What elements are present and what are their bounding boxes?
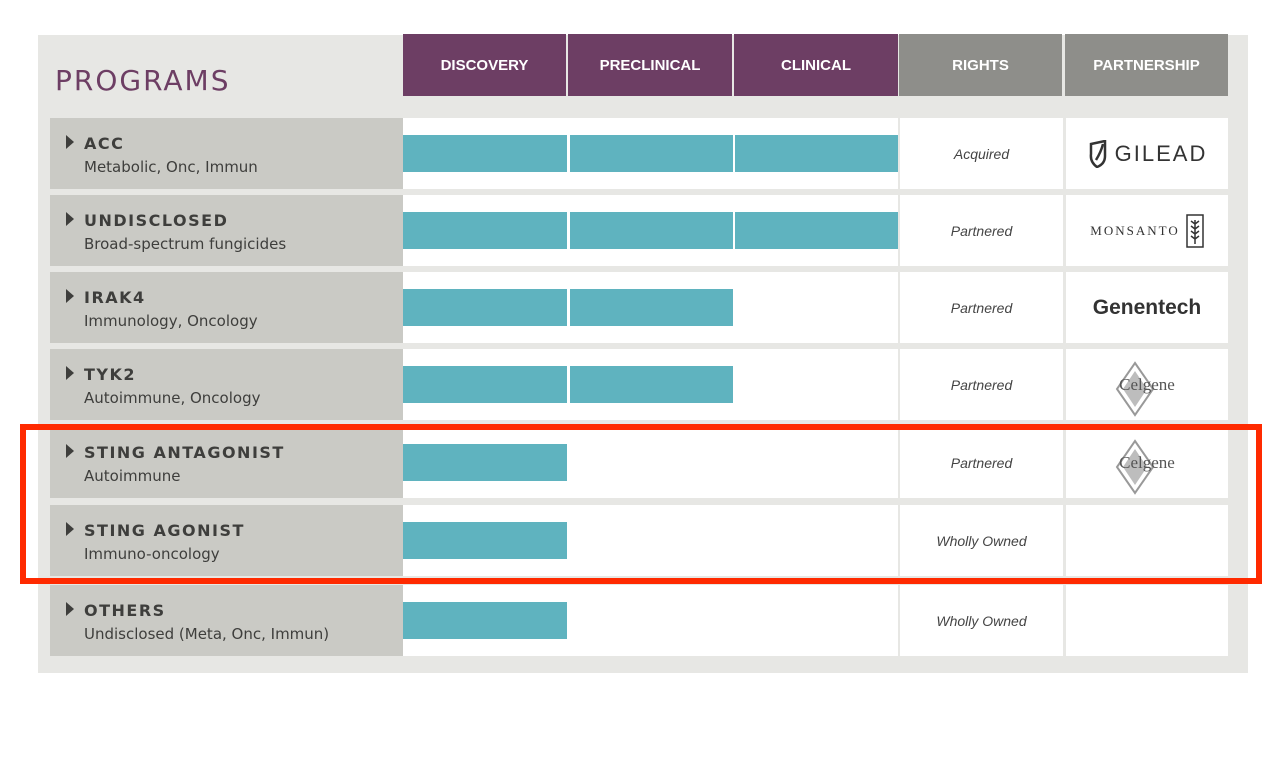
- expand-caret-icon[interactable]: [66, 135, 74, 149]
- stage-header-clinical: CLINICAL: [734, 34, 898, 96]
- partner-cell: Celgene: [1066, 349, 1228, 420]
- program-subtitle: Immunology, Oncology: [84, 312, 258, 330]
- partner-cell: [1066, 585, 1228, 656]
- program-name: UNDISCLOSED: [84, 211, 229, 230]
- progress-track: [403, 272, 898, 343]
- stage-bar-clinical: [735, 212, 898, 249]
- gilead-logo: GILEAD: [1087, 139, 1208, 168]
- rights-cell: Wholly Owned: [900, 585, 1063, 656]
- stage-header-discovery: DISCOVERY: [403, 34, 566, 96]
- stage-bar-discovery: [403, 135, 567, 172]
- program-name: ACC: [84, 134, 125, 153]
- partner-logo-text: Celgene: [1119, 374, 1175, 394]
- stage-bar-discovery: [403, 289, 567, 326]
- wheat-icon: [1185, 213, 1204, 248]
- page-title: PROGRAMS: [55, 64, 231, 97]
- stage-bar-preclinical: [570, 212, 733, 249]
- stage-bar-discovery: [403, 212, 567, 249]
- stage-header-preclinical: PRECLINICAL: [568, 34, 732, 96]
- stage-bar-discovery: [403, 366, 567, 403]
- program-subtitle: Metabolic, Onc, Immun: [84, 158, 258, 176]
- partner-cell: Genentech: [1066, 272, 1228, 343]
- program-subtitle: Undisclosed (Meta, Onc, Immun): [84, 625, 330, 643]
- expand-caret-icon[interactable]: [66, 602, 74, 616]
- progress-track: [403, 118, 898, 189]
- program-name: IRAK4: [84, 288, 146, 307]
- gilead-leaf-icon: [1089, 139, 1106, 168]
- stage-bar-clinical: [735, 135, 898, 172]
- progress-track: [403, 349, 898, 420]
- rights-cell: Partnered: [900, 349, 1063, 420]
- progress-track: [403, 195, 898, 266]
- program-row-others[interactable]: OTHERS Undisclosed (Meta, Onc, Immun): [50, 585, 403, 656]
- rights-cell: Partnered: [900, 272, 1063, 343]
- program-row-undisclosed[interactable]: UNDISCLOSED Broad-spectrum fungicides: [50, 195, 403, 266]
- program-name: TYK2: [84, 365, 137, 384]
- celgene-logo: Celgene: [1115, 360, 1175, 417]
- program-row-acc[interactable]: ACC Metabolic, Onc, Immun: [50, 118, 403, 189]
- partner-logo-text: MONSANTO: [1090, 222, 1180, 238]
- partner-logo-text: GILEAD: [1114, 140, 1208, 166]
- expand-caret-icon[interactable]: [66, 366, 74, 380]
- program-name: OTHERS: [84, 601, 166, 620]
- monsanto-logo: MONSANTO: [1090, 213, 1204, 248]
- expand-caret-icon[interactable]: [66, 212, 74, 226]
- program-subtitle: Autoimmune, Oncology: [84, 389, 261, 407]
- program-row-irak4[interactable]: IRAK4 Immunology, Oncology: [50, 272, 403, 343]
- expand-caret-icon[interactable]: [66, 289, 74, 303]
- stage-bar-discovery: [403, 602, 567, 639]
- highlight-box: [20, 424, 1262, 584]
- program-row-tyk2[interactable]: TYK2 Autoimmune, Oncology: [50, 349, 403, 420]
- rights-cell: Partnered: [900, 195, 1063, 266]
- stage-bar-preclinical: [570, 366, 733, 403]
- partner-cell: GILEAD: [1066, 118, 1228, 189]
- genentech-logo: Genentech: [1092, 295, 1202, 319]
- program-subtitle: Broad-spectrum fungicides: [84, 235, 287, 253]
- rights-header: RIGHTS: [899, 34, 1062, 96]
- partnership-header: PARTNERSHIP: [1065, 34, 1228, 96]
- stage-bar-preclinical: [570, 289, 733, 326]
- partner-cell: MONSANTO: [1066, 195, 1228, 266]
- progress-track: [403, 585, 898, 656]
- rights-cell: Acquired: [900, 118, 1063, 189]
- stage-bar-preclinical: [570, 135, 733, 172]
